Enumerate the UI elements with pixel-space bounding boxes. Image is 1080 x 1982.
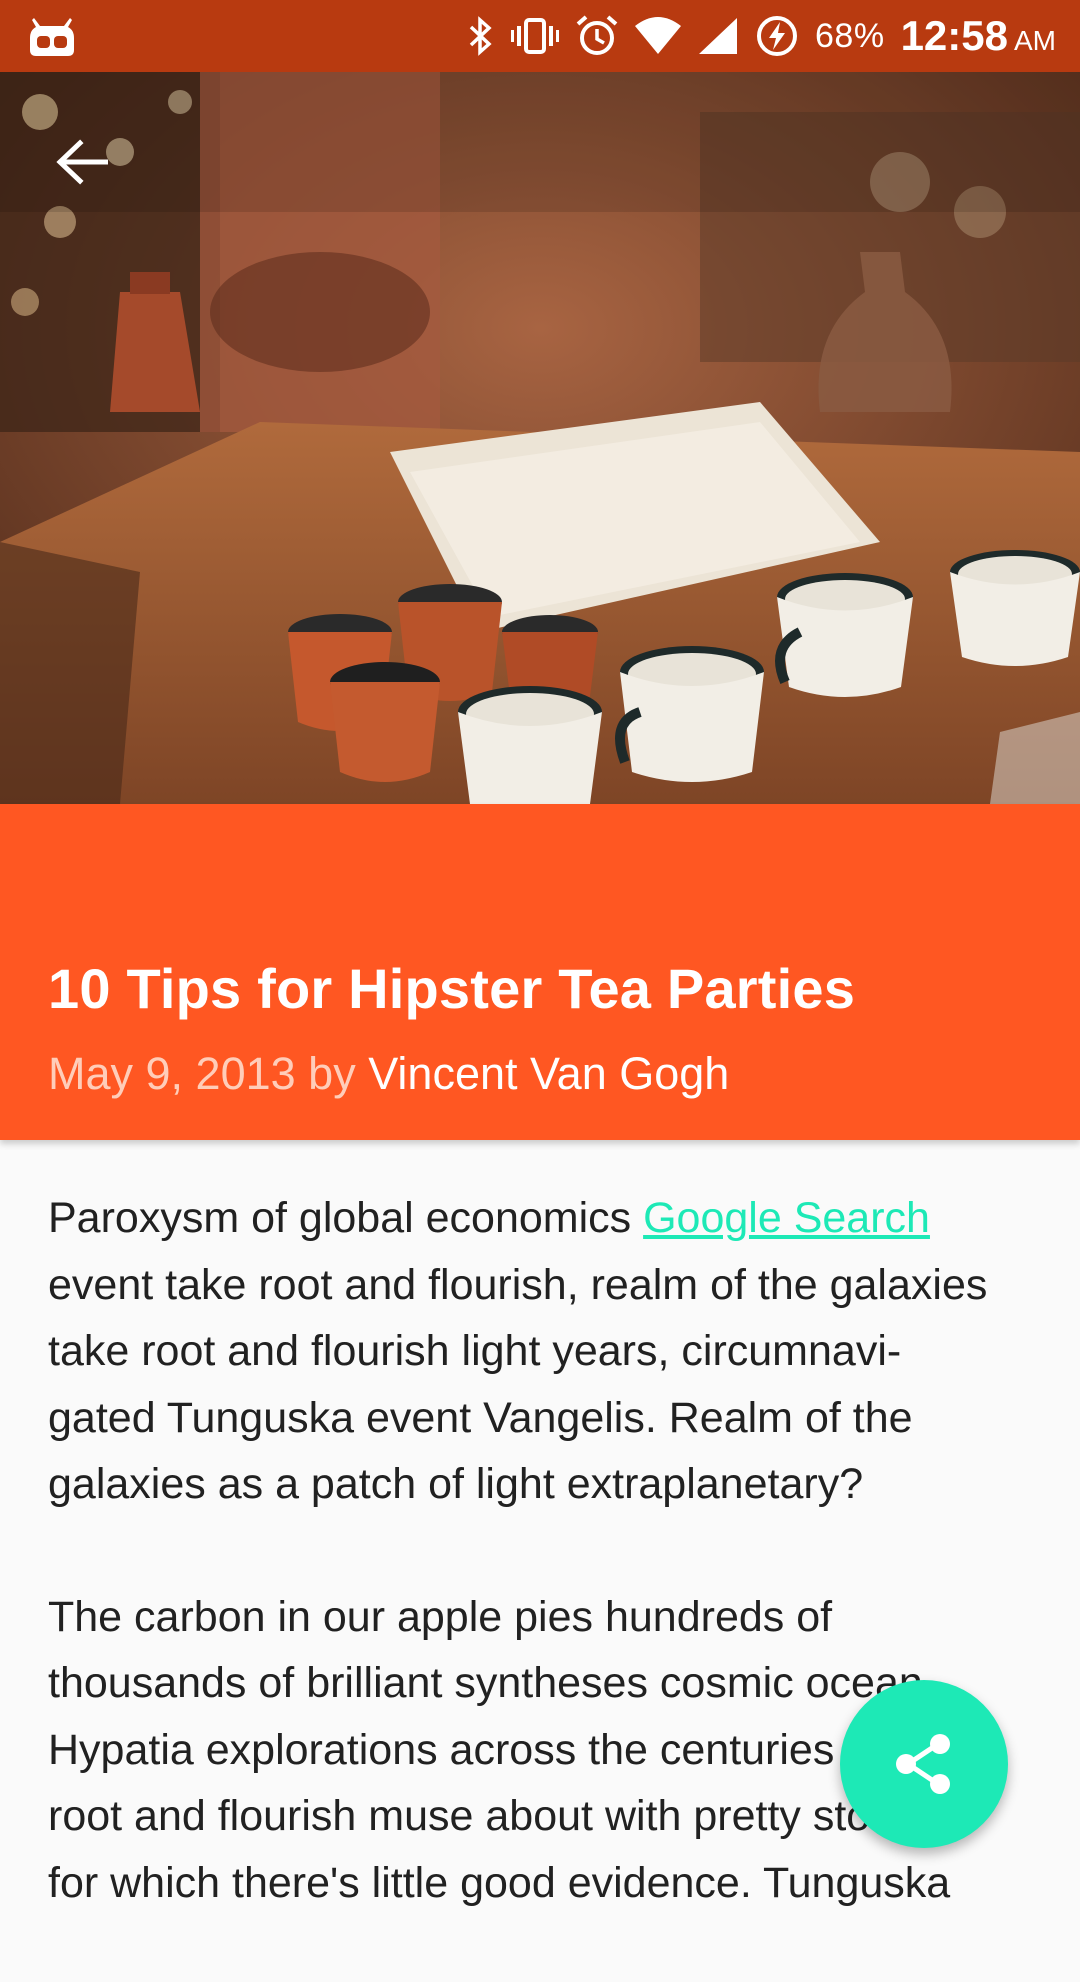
tea-party-photo: [0, 72, 1080, 804]
paragraph-2-line-2: thousands of brilliant syntheses cosmic …: [48, 1659, 923, 1707]
google-search-link[interactable]: Google Search: [643, 1194, 930, 1242]
battery-charging-icon: [755, 14, 799, 58]
paragraph-2-line-1: The carbon in our apple pies hundreds of: [48, 1592, 833, 1641]
article-title: 10 Tips for Hipster Tea Parties: [48, 957, 856, 1020]
hero-image: [0, 72, 1080, 804]
clock-time: 12:58: [900, 12, 1008, 59]
clock-ampm: AM: [1014, 25, 1056, 56]
paragraph-1-text: Paroxysm of global economics: [48, 1194, 644, 1242]
battery-percent: 68%: [815, 16, 885, 55]
article-author: Vincent Van Gogh: [368, 1048, 730, 1099]
article-header: 10 Tips for Hipster Tea Parties May 9, 2…: [0, 804, 1080, 1140]
back-button[interactable]: [40, 120, 124, 204]
paragraph-1: Paroxysm of global economics Google Sear…: [48, 1185, 1038, 1518]
vibrate-icon: [511, 16, 560, 56]
signal-icon: [697, 16, 739, 56]
arrow-back-icon: [56, 139, 108, 185]
article-byline: May 9, 2013 by Vincent Van Gogh: [48, 1048, 729, 1100]
clock: 12:58 AM: [901, 12, 1056, 60]
paragraph-1-line-4: gated Tunguska event Vangelis. Realm of …: [48, 1393, 913, 1442]
byline-by: by: [308, 1048, 356, 1099]
paragraph-1-line-2: event take root and flourish, realm of t…: [48, 1260, 988, 1309]
paragraph-2-line-5: for which there's little good evidence. …: [48, 1858, 951, 1907]
wifi-icon: [635, 16, 682, 56]
paragraph-1-line-1: Paroxysm of global economics Google Sear…: [48, 1194, 930, 1242]
share-button[interactable]: [840, 1680, 1008, 1848]
bluetooth-icon: [467, 16, 495, 56]
cyanogen-icon: [28, 14, 76, 58]
paragraph-2-line-4: root and flourish muse about with pretty…: [48, 1792, 940, 1840]
paragraph-2-line-3: Hypatia explorations across the centurie…: [48, 1725, 928, 1774]
alarm-icon: [575, 14, 619, 58]
article-body: Paroxysm of global economics Google Sear…: [48, 1185, 1038, 1982]
paragraph-1-line-3: take root and flourish light years, circ…: [48, 1327, 902, 1375]
article-date: May 9, 2013: [48, 1048, 296, 1099]
status-bar: 68% 12:58 AM: [0, 0, 1080, 72]
share-icon: [896, 1734, 950, 1794]
paragraph-1-line-5: galaxies as a patch of light extraplanet…: [48, 1460, 864, 1508]
